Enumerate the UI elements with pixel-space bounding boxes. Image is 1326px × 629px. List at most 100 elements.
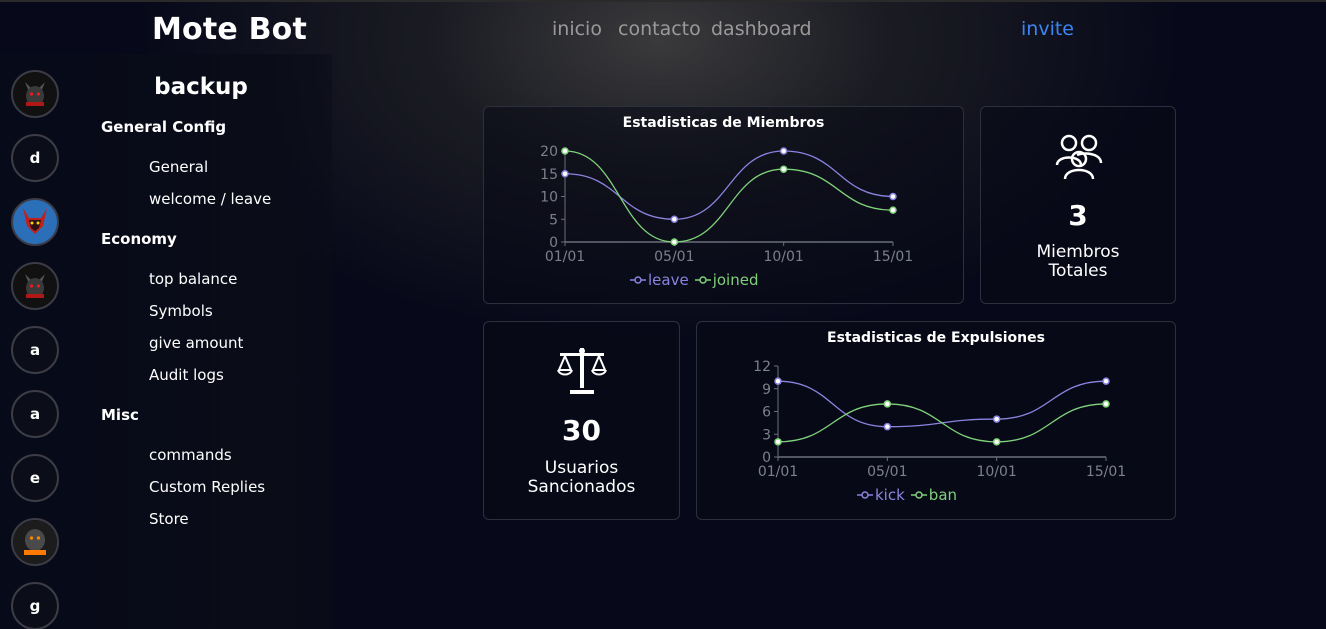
members-total-label-line1: Miembros (1036, 242, 1120, 262)
sidebar-item-welcome-leave[interactable]: welcome / leave (149, 190, 271, 208)
red-mascot-icon (13, 200, 57, 244)
server-icon-g[interactable]: g (11, 582, 59, 629)
members-total-card: 3 Miembros Totales (980, 106, 1176, 304)
x-tick-label: 15/01 (873, 249, 913, 265)
data-point-joined (561, 147, 569, 155)
legend-item-joined[interactable]: joined (694, 271, 759, 289)
section-economy: Economy (101, 230, 177, 248)
series-line-leave (564, 150, 894, 220)
top-navbar: Mote Bot inicio contacto dashboard invit… (0, 0, 1326, 54)
nav-link-inicio[interactable]: inicio (552, 18, 602, 40)
y-tick-label: 15 (540, 167, 558, 183)
dog-logo-icon (13, 264, 57, 308)
server-icon-bogota-logo[interactable] (11, 518, 59, 566)
members-chart-card: Estadisticas de Miembros 0 5 10 15 20 01/01 05… (483, 106, 964, 304)
sidebar-item-top-balance[interactable]: top balance (149, 270, 237, 288)
chart-legend: kick ban (857, 486, 957, 504)
y-tick-label: 9 (762, 382, 771, 398)
data-point-ban (992, 438, 1001, 446)
sanctioned-users-label-line1: Usuarios (544, 458, 619, 478)
server-icon-a[interactable]: a (11, 326, 59, 374)
bogota-logo-icon (13, 520, 57, 564)
x-tick-label: 01/01 (758, 464, 798, 480)
server-initial: a (29, 341, 41, 359)
legend-label: kick (875, 486, 905, 504)
chart-title: Estadisticas de Miembros (622, 115, 825, 131)
legend-line-marker-icon (694, 276, 711, 284)
legend-line-marker-icon (910, 491, 927, 499)
sidebar-item-custom-replies[interactable]: Custom Replies (149, 478, 265, 496)
data-point-kick (992, 415, 1001, 423)
x-tick-label: 01/01 (545, 249, 585, 265)
x-tick-label: 10/01 (976, 464, 1016, 480)
sanctioned-users-label-line2: Sancionados (527, 477, 636, 497)
legend-item-ban[interactable]: ban (910, 486, 958, 504)
data-point-joined (779, 165, 788, 173)
sidebar-item-general[interactable]: General (149, 158, 208, 176)
server-icon-e[interactable]: e (11, 454, 59, 502)
chart-legend: leave joined (630, 271, 758, 289)
sidebar-item-store[interactable]: Store (149, 510, 189, 528)
data-point-kick (883, 422, 892, 431)
dog-logo-icon (13, 72, 57, 116)
x-tick-label: 05/01 (654, 249, 694, 265)
y-tick-label: 6 (762, 405, 771, 421)
data-point-leave (889, 192, 897, 201)
server-icon-dog-logo[interactable] (11, 70, 59, 118)
data-point-leave (561, 170, 569, 178)
legend-item-leave[interactable]: leave (630, 271, 689, 289)
sanctioned-users-card: 30 Usuarios Sancionados (483, 321, 680, 520)
server-icon-red-mascot[interactable] (11, 198, 59, 246)
server-icon-a-2[interactable]: a (11, 390, 59, 438)
data-point-joined (889, 206, 897, 214)
series-line-ban (777, 403, 1107, 443)
legend-label: joined (712, 271, 759, 289)
members-total-value: 3 (1068, 199, 1088, 232)
legend-label: ban (928, 486, 958, 504)
chart-title: Estadisticas de Expulsiones (827, 330, 1045, 346)
server-list: d a a e g (0, 54, 70, 629)
x-tick-label: 15/01 (1086, 464, 1126, 480)
y-tick-label: 3 (762, 427, 771, 443)
settings-sidebar: backup General Config General welcome / … (70, 54, 332, 629)
y-tick-label: 10 (540, 190, 558, 206)
server-icon-d[interactable]: d (11, 134, 59, 182)
sidebar-item-audit-logs[interactable]: Audit logs (149, 366, 224, 384)
server-name-title: backup (154, 74, 248, 100)
users-icon (1055, 134, 1103, 180)
nav-link-contacto[interactable]: contacto (618, 18, 701, 40)
invite-link[interactable]: invite (1021, 18, 1074, 40)
sidebar-item-give-amount[interactable]: give amount (149, 334, 243, 352)
nav-link-dashboard[interactable]: dashboard (711, 18, 812, 40)
server-initial: g (29, 597, 41, 615)
y-tick-label: 20 (540, 144, 558, 160)
data-point-ban (883, 400, 892, 408)
server-initial: a (29, 405, 41, 423)
legend-line-marker-icon (630, 276, 646, 284)
scale-icon (557, 348, 607, 394)
data-point-ban (774, 438, 782, 446)
series-line-joined (564, 150, 894, 243)
data-point-kick (774, 377, 782, 385)
data-point-ban (1102, 400, 1110, 408)
section-general-config: General Config (101, 118, 227, 136)
server-icon-dog-logo-2[interactable] (11, 262, 59, 310)
sanctioned-users-value: 30 (562, 414, 601, 447)
data-point-leave (779, 147, 788, 155)
data-point-joined (670, 238, 679, 246)
data-point-leave (670, 215, 679, 223)
members-total-label-line2: Totales (1048, 261, 1108, 281)
y-tick-label: 12 (753, 359, 771, 375)
legend-line-marker-icon (857, 491, 873, 499)
x-tick-label: 05/01 (867, 464, 907, 480)
legend-label: leave (648, 271, 689, 289)
sidebar-item-commands[interactable]: commands (149, 446, 232, 464)
server-initial: e (29, 469, 41, 487)
sidebar-item-symbols[interactable]: Symbols (149, 302, 213, 320)
x-tick-label: 10/01 (763, 249, 803, 265)
expulsions-chart-card: Estadisticas de Expulsiones 0 3 6 9 12 01/01 0… (696, 321, 1176, 520)
brand-title[interactable]: Mote Bot (152, 12, 307, 47)
data-point-kick (1102, 377, 1110, 385)
server-initial: d (29, 149, 41, 167)
legend-item-kick[interactable]: kick (857, 486, 905, 504)
